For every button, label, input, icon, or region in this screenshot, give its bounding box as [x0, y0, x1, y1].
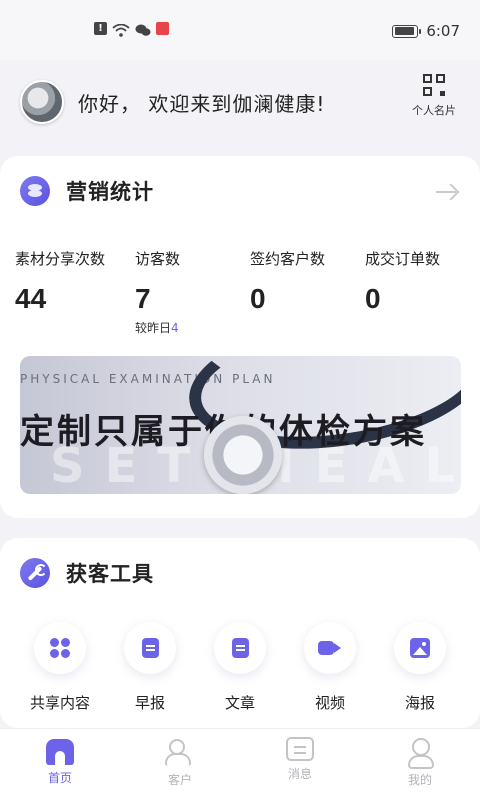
stats-section-title: 营销统计	[20, 176, 154, 206]
marketing-stats-card: 营销统计 素材分享次数 44 访客数 7 较昨日4 签约客户数 0 成交订单数 …	[0, 156, 480, 518]
header: 你好， 欢迎来到伽澜健康! 个人名片	[0, 60, 480, 150]
wifi-icon	[112, 22, 130, 37]
tool-icon-wrap	[304, 622, 356, 674]
stats-title: 营销统计	[66, 180, 154, 204]
tool-label: 文章	[224, 694, 255, 712]
tool-label: 早报	[134, 694, 165, 712]
personal-card-label: 个人名片	[412, 104, 456, 117]
profile-icon	[405, 737, 435, 769]
tool-label: 视频	[314, 694, 345, 712]
client-icon	[165, 737, 195, 767]
tools-section-title: 获客工具	[20, 558, 154, 588]
stat-value: 7	[135, 283, 151, 314]
tools-title: 获客工具	[66, 562, 154, 586]
stat-shares[interactable]: 素材分享次数 44	[15, 248, 105, 315]
personal-card-button[interactable]: 个人名片	[404, 74, 464, 118]
wechat-icon	[135, 22, 151, 36]
wrench-icon	[20, 558, 50, 588]
nav-messages[interactable]: 消息	[270, 737, 330, 782]
stat-visitors[interactable]: 访客数 7 较昨日4	[135, 248, 180, 336]
arrow-right-icon[interactable]	[436, 184, 458, 200]
battery-fill	[394, 27, 414, 35]
notification-icon: !	[94, 22, 107, 35]
status-time: 6:07	[426, 22, 460, 40]
app-icon	[156, 22, 169, 35]
greeting-text: 你好， 欢迎来到伽澜健康!	[78, 92, 326, 116]
nav-label: 我的	[407, 773, 432, 787]
stat-signed-clients[interactable]: 签约客户数 0	[250, 248, 325, 315]
message-icon	[286, 737, 314, 761]
compare-label: 较昨日	[135, 321, 172, 335]
tool-video[interactable]: 视频	[285, 622, 375, 713]
image-icon	[410, 638, 430, 658]
video-icon	[318, 641, 341, 655]
database-icon	[20, 176, 50, 206]
nav-profile[interactable]: 我的	[390, 737, 450, 788]
share-icon	[50, 638, 70, 658]
tool-poster[interactable]: 海报	[375, 622, 465, 713]
status-bar: ! 6:07	[0, 0, 480, 60]
nav-clients[interactable]: 客户	[150, 737, 210, 788]
stat-value: 44	[15, 283, 47, 314]
stat-label: 成交订单数	[365, 250, 441, 268]
tool-icon-wrap	[34, 622, 86, 674]
stat-label: 访客数	[135, 250, 181, 268]
stat-label: 素材分享次数	[15, 250, 106, 268]
qr-code-icon	[423, 74, 445, 96]
status-right: 6:07	[392, 22, 460, 40]
stat-value: 0	[250, 283, 266, 314]
nav-label: 客户	[167, 773, 192, 787]
bottom-nav: 首页 客户 消息 我的	[0, 728, 480, 800]
tool-icon-wrap	[124, 622, 176, 674]
home-icon	[46, 739, 74, 765]
stethoscope-icon	[204, 416, 282, 494]
acquisition-tools-card: 获客工具 共享内容 早报 文章 视频 海报	[0, 538, 480, 728]
battery-icon	[392, 24, 422, 38]
tool-icon-wrap	[214, 622, 266, 674]
tool-label: 海报	[404, 694, 435, 712]
nav-home[interactable]: 首页	[30, 737, 90, 786]
stat-orders[interactable]: 成交订单数 0	[365, 248, 440, 315]
nav-label: 消息	[287, 767, 312, 781]
tool-morning-report[interactable]: 早报	[105, 622, 195, 713]
compare-value: 4	[171, 321, 179, 335]
status-icons: !	[94, 22, 169, 37]
tool-icon-wrap	[394, 622, 446, 674]
tool-article[interactable]: 文章	[195, 622, 285, 713]
tool-label: 共享内容	[29, 694, 90, 712]
stat-compare: 较昨日4	[135, 319, 180, 336]
avatar[interactable]	[20, 80, 64, 124]
nav-label: 首页	[47, 771, 72, 785]
stat-label: 签约客户数	[250, 250, 326, 268]
tool-shared-content[interactable]: 共享内容	[15, 622, 105, 713]
doc-icon	[232, 638, 249, 658]
doc-icon	[142, 638, 159, 658]
checkup-banner[interactable]: PHYSICAL EXAMINATION PLAN SET MEAL 定制只属于…	[20, 356, 461, 494]
stat-value: 0	[365, 283, 381, 314]
